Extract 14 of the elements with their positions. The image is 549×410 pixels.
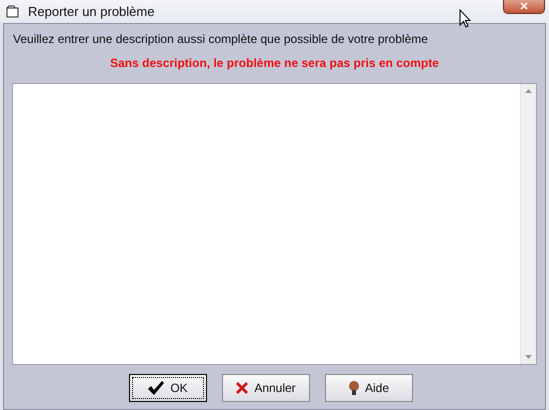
description-field[interactable]	[12, 83, 537, 365]
scroll-up-icon[interactable]	[525, 89, 532, 93]
scrollbar[interactable]	[520, 84, 536, 364]
instruction-text: Veuillez entrer une description aussi complète que possible de votre problème	[12, 32, 429, 46]
help-button[interactable]: Aide	[324, 374, 412, 402]
lightbulb-icon	[348, 380, 360, 396]
cancel-button[interactable]: Annuler	[222, 374, 310, 402]
ok-button[interactable]: OK	[128, 374, 206, 402]
check-icon	[147, 380, 166, 396]
mouse-cursor-icon	[459, 9, 471, 28]
cross-icon	[235, 381, 250, 395]
window-title: Reporter un problème	[28, 4, 154, 19]
warning-text: Sans description, le problème ne sera pas pris en compte	[109, 56, 440, 70]
scroll-down-icon[interactable]	[525, 355, 532, 359]
